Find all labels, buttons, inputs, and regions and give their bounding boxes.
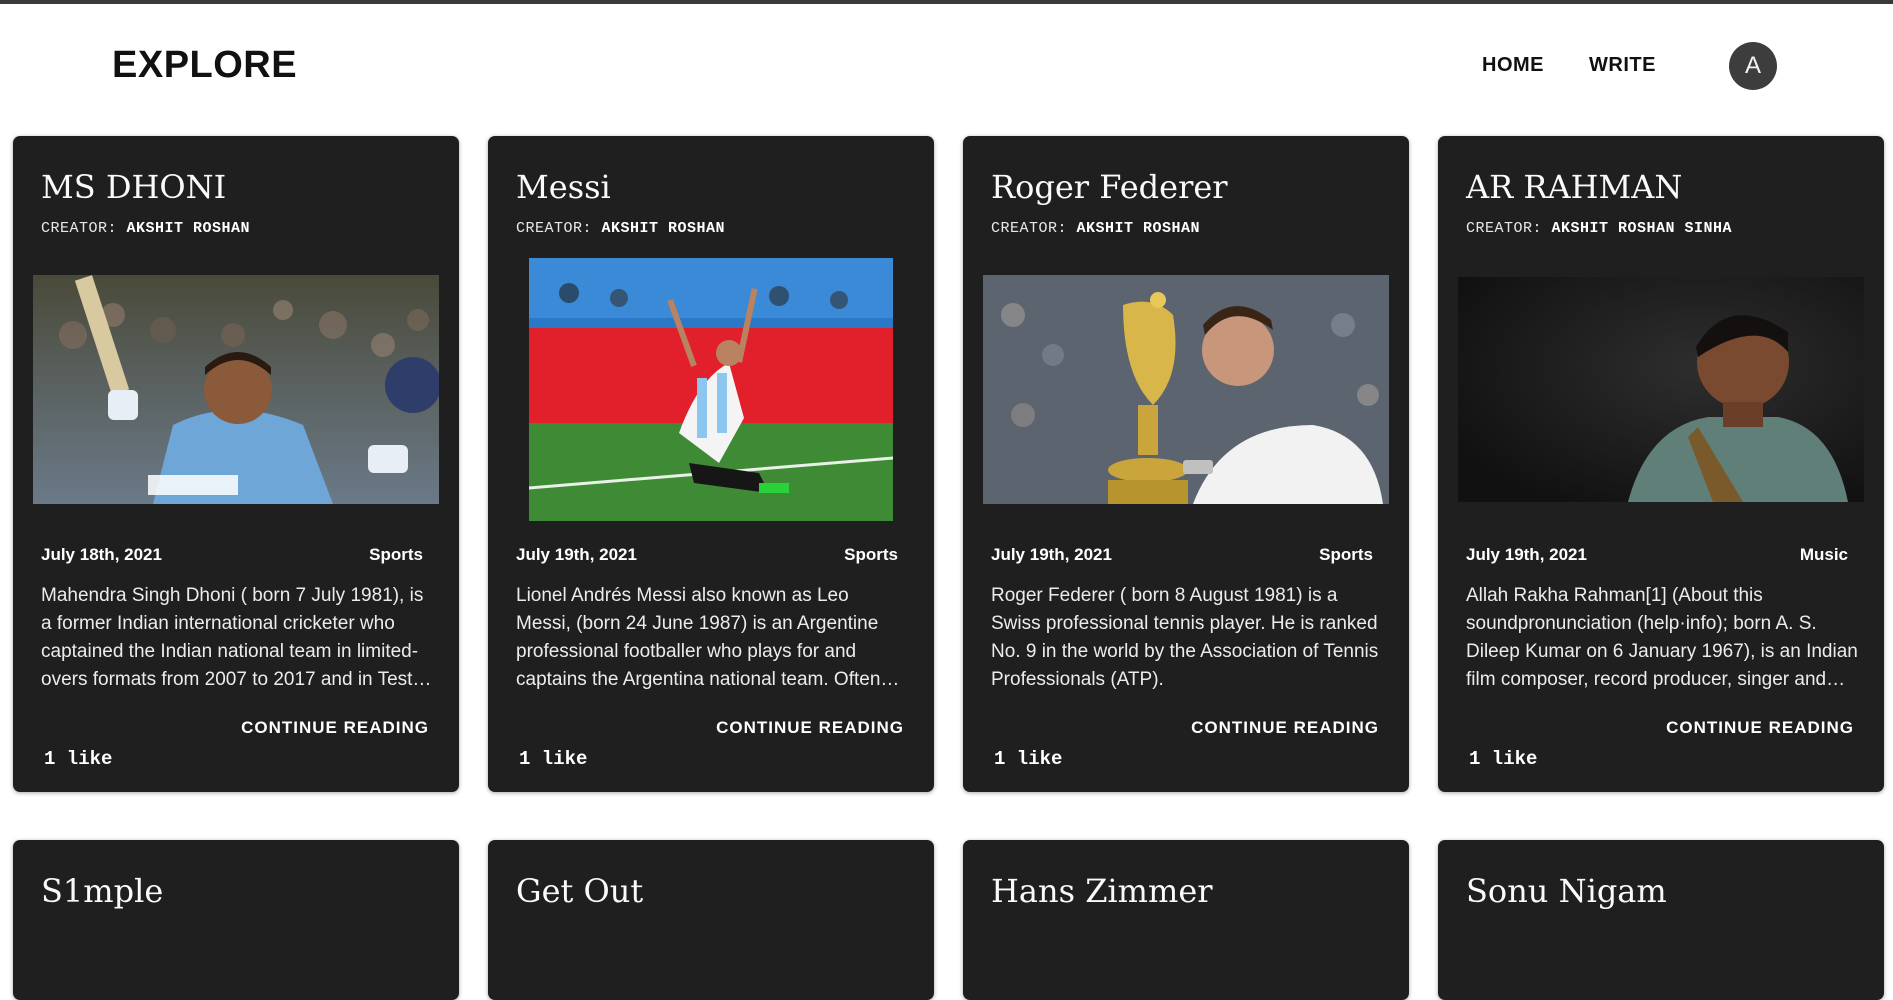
like-count[interactable]: 1 like: [994, 748, 1062, 770]
post-image: [529, 258, 893, 521]
post-title[interactable]: Get Out: [516, 872, 643, 910]
post-excerpt: Mahendra Singh Dhoni ( born 7 July 1981)…: [41, 585, 424, 690]
creator-name: AKSHIT ROSHAN: [601, 220, 726, 237]
post-card[interactable]: Messi CREATOR: AKSHIT ROSHAN July 19th, …: [488, 136, 934, 792]
creator-label: CREATOR:: [41, 220, 118, 237]
nav-write-link[interactable]: WRITE: [1589, 54, 1656, 77]
post-title[interactable]: S1mple: [41, 872, 163, 910]
post-image: [1458, 277, 1864, 502]
continue-reading-link[interactable]: CONTINUE READING: [241, 718, 429, 738]
post-creator: CREATOR: AKSHIT ROSHAN: [516, 220, 725, 237]
post-category[interactable]: Music: [1800, 545, 1848, 565]
continue-reading-link[interactable]: CONTINUE READING: [1191, 718, 1379, 738]
creator-name: AKSHIT ROSHAN: [1076, 220, 1201, 237]
like-count[interactable]: 1 like: [519, 748, 587, 770]
post-card[interactable]: AR RAHMAN CREATOR: AKSHIT ROSHAN SINHA J…: [1438, 136, 1884, 792]
post-card[interactable]: Sonu Nigam: [1438, 840, 1884, 1000]
post-creator: CREATOR: AKSHIT ROSHAN: [991, 220, 1200, 237]
post-category[interactable]: Sports: [844, 545, 898, 565]
post-excerpt: Lionel Andrés Messi also known as Leo Me…: [516, 585, 881, 690]
post-card[interactable]: S1mple: [13, 840, 459, 1000]
post-card[interactable]: Roger Federer CREATOR: AKSHIT ROSHAN Jul…: [963, 136, 1409, 792]
post-creator: CREATOR: AKSHIT ROSHAN: [41, 220, 250, 237]
post-card[interactable]: Get Out: [488, 840, 934, 1000]
nav-home-link[interactable]: HOME: [1482, 54, 1544, 77]
user-avatar[interactable]: A: [1729, 42, 1777, 90]
post-date: July 18th, 2021: [41, 545, 162, 564]
post-creator: CREATOR: AKSHIT ROSHAN SINHA: [1466, 220, 1732, 237]
like-count[interactable]: 1 like: [44, 748, 112, 770]
post-image: [983, 275, 1389, 504]
post-title[interactable]: Roger Federer: [991, 168, 1228, 206]
continue-reading-link[interactable]: CONTINUE READING: [716, 718, 904, 738]
post-title[interactable]: AR RAHMAN: [1466, 168, 1682, 206]
site-header: EXPLORE HOME WRITE A: [0, 4, 1893, 122]
creator-name: AKSHIT ROSHAN: [126, 220, 251, 237]
post-card[interactable]: MS DHONI CREATOR: AKSHIT ROSHAN July 18t…: [13, 136, 459, 792]
brand-logo[interactable]: EXPLORE: [112, 44, 297, 87]
post-image: [33, 275, 439, 504]
post-excerpt: Roger Federer ( born 8 August 1981) is a…: [991, 585, 1379, 690]
like-count[interactable]: 1 like: [1469, 748, 1537, 770]
post-date: July 19th, 2021: [991, 545, 1112, 564]
creator-label: CREATOR:: [516, 220, 593, 237]
post-excerpt: Allah Rakha Rahman[1] (About this soundp…: [1466, 585, 1858, 690]
post-date: July 19th, 2021: [516, 545, 637, 564]
post-date: July 19th, 2021: [1466, 545, 1587, 564]
post-title[interactable]: Messi: [516, 168, 611, 206]
creator-name: AKSHIT ROSHAN SINHA: [1551, 220, 1733, 237]
creator-label: CREATOR:: [991, 220, 1068, 237]
creator-label: CREATOR:: [1466, 220, 1543, 237]
post-title[interactable]: Sonu Nigam: [1466, 872, 1667, 910]
post-card[interactable]: Hans Zimmer: [963, 840, 1409, 1000]
post-title[interactable]: Hans Zimmer: [991, 872, 1213, 910]
post-title[interactable]: MS DHONI: [41, 168, 226, 206]
post-category[interactable]: Sports: [369, 545, 423, 565]
post-category[interactable]: Sports: [1319, 545, 1373, 565]
continue-reading-link[interactable]: CONTINUE READING: [1666, 718, 1854, 738]
